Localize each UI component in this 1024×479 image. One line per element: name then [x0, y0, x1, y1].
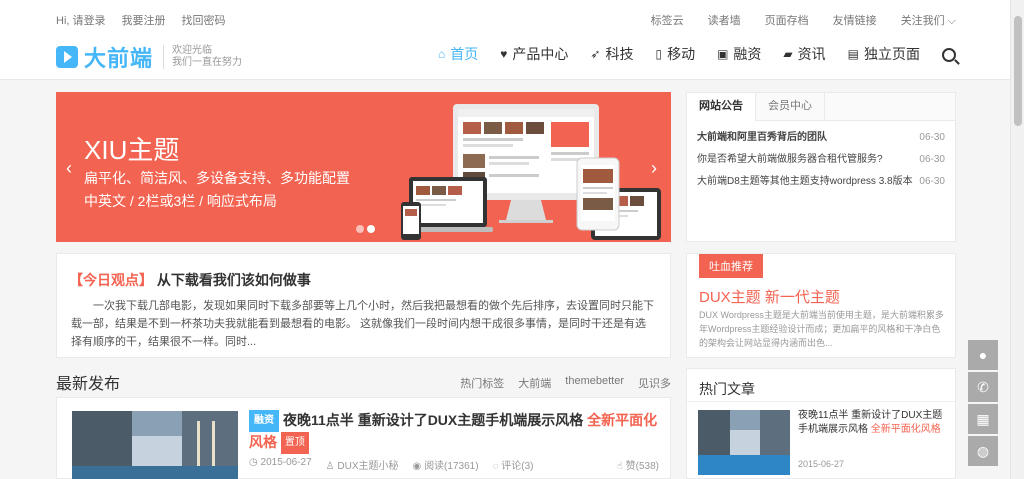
tab-notice[interactable]: 网站公告	[687, 93, 756, 121]
recommend-badge: 吐血推荐	[699, 254, 763, 278]
banner-title: XIU主题	[84, 135, 180, 165]
friend-links-link[interactable]: 友情链接	[833, 12, 877, 28]
latest-tag[interactable]: 见识多	[638, 375, 671, 391]
file-icon: ▤	[847, 47, 859, 61]
mobile-icon: ▯	[655, 47, 663, 61]
site-logo[interactable]: 大前端 欢迎光临 我们一直在努力	[56, 41, 242, 73]
banner-dot[interactable]	[356, 225, 364, 233]
post-title[interactable]: 夜晚11点半 重新设计了DUX主题手机端展示风格	[283, 412, 583, 428]
post-category-badge[interactable]: 融资	[249, 410, 279, 432]
banner-line-1: 扁平化、简洁风、多设备支持、多功能配置	[84, 170, 350, 186]
pool-photo	[698, 410, 790, 475]
hot-post-date: 2015-06-27	[798, 459, 845, 469]
post-views: ◉ 阅读(17361)	[412, 461, 479, 472]
latest-tag[interactable]: themebetter	[565, 375, 624, 391]
search-button[interactable]	[942, 44, 956, 64]
readers-wall-link[interactable]: 读者墙	[708, 12, 741, 28]
notice-item[interactable]: 大前端和阿里百秀背后的团队 06-30	[697, 127, 945, 149]
book-icon: ▰	[783, 47, 793, 61]
qq-icon: ●	[978, 347, 988, 363]
latest-heading: 最新发布	[56, 376, 121, 393]
find-password-link[interactable]: 找回密码	[182, 12, 226, 28]
post-author[interactable]: ♙ DUX主题小秘	[326, 457, 399, 472]
main-nav: ⌂ 首页 ♥ 产品中心 ➶ 科技 ▯ 移动 ▣ 融资 ▰ 资讯 ▤ 独立页面	[438, 44, 956, 64]
site-header: Hi, 请登录 我要注册 找回密码 标签云 读者墙 页面存档 友情链接 关注我们…	[0, 0, 1010, 80]
notice-tabs: 网站公告 会员中心	[687, 93, 955, 121]
latest-tag-links: 热门标签 大前端 themebetter 见识多	[460, 375, 671, 391]
nav-finance[interactable]: ▣ 融资	[717, 44, 761, 64]
recommend-description: DUX Wordpress主题是大前端当前使用主题，是大前端积累多年Wordpr…	[699, 310, 944, 348]
hot-posts-heading: 热门文章	[699, 381, 755, 397]
devices-illustration	[401, 104, 661, 240]
top-links-left: Hi, 请登录 我要注册 找回密码	[56, 12, 226, 28]
notice-item[interactable]: 大前端D8主题等其他主题支持wordpress 3.8版本 06-30	[697, 171, 945, 193]
post-likes[interactable]: ☝ 赞(538)	[617, 457, 659, 472]
latest-tag[interactable]: 热门标签	[460, 375, 504, 391]
hot-post-thumbnail[interactable]	[698, 410, 790, 475]
notice-widget: 网站公告 会员中心 大前端和阿里百秀背后的团队 06-30 你是否希望大前端做服…	[686, 92, 956, 242]
rocket-icon: ➶	[590, 47, 601, 61]
login-link[interactable]: Hi, 请登录	[56, 12, 106, 28]
nav-tech[interactable]: ➶ 科技	[590, 44, 633, 64]
nav-news[interactable]: ▰ 资讯	[783, 44, 825, 64]
post-item: 融资 夜晚11点半 重新设计了DUX主题手机端展示风格 全新平面化风格 置顶 ◷ …	[56, 397, 671, 479]
post-comments[interactable]: ◌ 评论(3)	[493, 457, 534, 472]
banner-prev-icon[interactable]: ‹	[66, 158, 72, 179]
phone-icon: ✆	[977, 378, 989, 395]
divider	[687, 401, 955, 402]
scrollbar-thumb[interactable]	[1014, 16, 1022, 126]
home-icon: ⌂	[438, 47, 446, 61]
register-link[interactable]: 我要注册	[122, 12, 166, 28]
tag-cloud-link[interactable]: 标签云	[651, 12, 684, 28]
search-icon	[942, 48, 956, 62]
banner-line-2: 中英文 / 2栏或3栏 / 响应式布局	[84, 193, 277, 209]
nav-home[interactable]: ⌂ 首页	[438, 44, 478, 64]
nav-pages[interactable]: ▤ 独立页面	[848, 44, 920, 64]
hot-post-highlight[interactable]: 全新平面化风格	[871, 424, 941, 435]
notice-list: 大前端和阿里百秀背后的团队 06-30 你是否希望大前端做服务器合租代管服务? …	[687, 121, 955, 199]
qrcode-icon: ▦	[976, 410, 990, 427]
logo-slogan: 欢迎光临 我们一直在努力	[163, 45, 242, 69]
globe-icon: ◍	[976, 442, 990, 459]
qq-button[interactable]: ●	[968, 340, 998, 370]
post-sticky-badge: 置顶	[280, 432, 309, 454]
logo-text: 大前端	[84, 46, 154, 71]
post-meta: ◷ 2015-06-27 ♙ DUX主题小秘 ◉ 阅读(17361) ◌ 评论(…	[249, 457, 659, 472]
post-date: ◷ 2015-06-27	[249, 457, 312, 468]
globe-button[interactable]: ◍	[968, 436, 998, 466]
recommend-title[interactable]: DUX主题 新一代主题	[699, 286, 840, 307]
nav-products[interactable]: ♥ 产品中心	[500, 44, 568, 64]
today-view-title[interactable]: 从下载看我们该如何做事	[157, 272, 311, 288]
post-thumbnail[interactable]	[72, 411, 238, 479]
follow-us-link[interactable]: 关注我们 ⌵	[901, 12, 956, 28]
today-view-card: 【今日观点】 从下载看我们该如何做事 一次我下载几部电影，发现如果同时下载多部要…	[56, 253, 671, 358]
top-links-right: 标签云 读者墙 页面存档 友情链接 关注我们 ⌵	[651, 12, 956, 28]
latest-tag[interactable]: 大前端	[518, 375, 551, 391]
pool-photo	[72, 411, 238, 479]
nav-mobile[interactable]: ▯ 移动	[655, 44, 695, 64]
heart-icon: ♥	[500, 47, 508, 61]
hot-posts-widget: 热门文章 夜晚11点半 重新设计了DUX主题手机端展示风格 全新平面化风格 20…	[686, 368, 956, 479]
money-icon: ▣	[717, 47, 729, 61]
banner-dot-active[interactable]	[367, 225, 375, 233]
qrcode-button[interactable]: ▦	[968, 404, 998, 434]
notice-item[interactable]: 你是否希望大前端做服务器合租代管服务? 06-30	[697, 149, 945, 171]
banner-dots	[356, 225, 375, 233]
tab-member-center[interactable]: 会员中心	[756, 93, 825, 120]
page-scrollbar[interactable]	[1010, 0, 1024, 479]
archive-link[interactable]: 页面存档	[765, 12, 809, 28]
logo-play-icon	[56, 46, 78, 68]
phone-button[interactable]: ✆	[968, 372, 998, 402]
banner-slider[interactable]: XIU主题 扁平化、简洁风、多设备支持、多功能配置 中英文 / 2栏或3栏 / …	[56, 92, 671, 242]
today-view-tag: 【今日观点】	[69, 272, 153, 288]
today-view-excerpt: 一次我下载几部电影，发现如果同时下载多部要等上几个小时，然后我把最想看的做个先后…	[71, 300, 654, 348]
recommend-widget: 吐血推荐 DUX主题 新一代主题 DUX Wordpress主题是大前端当前使用…	[686, 253, 956, 358]
